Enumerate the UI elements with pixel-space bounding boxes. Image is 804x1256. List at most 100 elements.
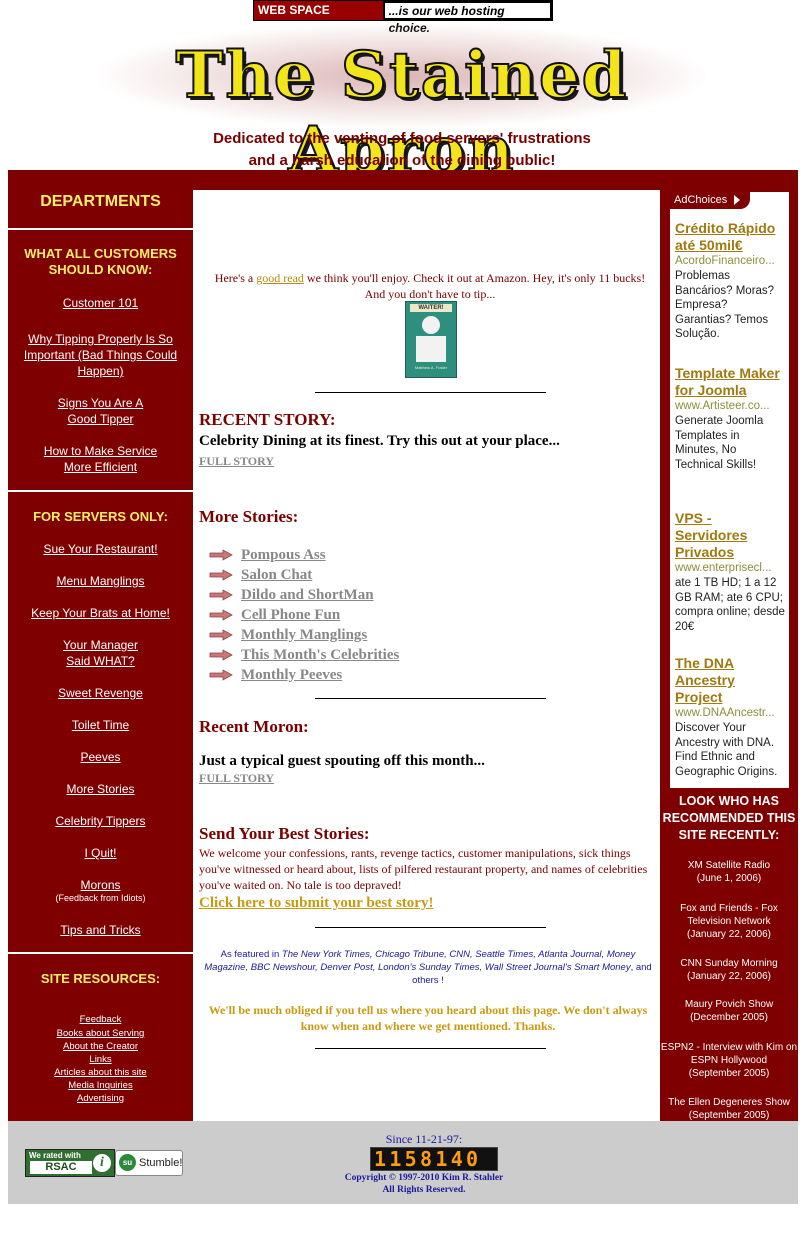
- ad-panel: AdChoices Crédito Rápido até 50mil€ Acor…: [670, 192, 789, 788]
- ad-title[interactable]: Template Maker for Joomla: [675, 365, 785, 399]
- site-logo[interactable]: The Stained Apron: [98, 24, 706, 189]
- story-link-pompous-ass[interactable]: Pompous Ass: [241, 547, 326, 564]
- recent-moron-heading: Recent Moron:: [199, 717, 309, 736]
- story-link-monthly-manglings[interactable]: Monthly Manglings: [241, 627, 367, 644]
- story-link-monthly-peeves[interactable]: Monthly Peeves: [241, 667, 342, 684]
- intro-text: Here's a good read we think you'll enjoy…: [207, 270, 653, 302]
- ad-url[interactable]: AcordoFinanceiro...: [675, 254, 785, 269]
- footer: We rated with RSAC i su Stumble! Since 1…: [8, 1121, 798, 1204]
- arrow-icon: [209, 669, 233, 681]
- story-link-salon-chat[interactable]: Salon Chat: [241, 567, 312, 584]
- rsac-info-icon: i: [93, 1154, 111, 1172]
- recommended-date: (September 2005): [688, 1068, 770, 1079]
- nav-good-tipper[interactable]: Signs You Are A Good Tipper: [48, 395, 153, 427]
- nav-celebrity-tippers[interactable]: Celebrity Tippers: [8, 813, 193, 829]
- recommended-heading: LOOK WHO HAS RECOMMENDED THIS SITE RECEN…: [662, 794, 796, 842]
- banner-slogan: ...is our web hosting choice.: [383, 2, 551, 35]
- nav-customer-101[interactable]: Customer 101: [8, 295, 193, 311]
- divider: [8, 228, 193, 230]
- customers-heading: WHAT ALL CUSTOMERS SHOULD KNOW:: [24, 246, 177, 277]
- ad-item[interactable]: Crédito Rápido até 50mil€ AcordoFinancei…: [675, 220, 785, 342]
- ad-item[interactable]: Template Maker for Joomla www.Artisteer.…: [675, 365, 785, 472]
- story-link-dildo-shortman[interactable]: Dildo and ShortMan: [241, 587, 374, 604]
- resources-heading: SITE RESOURCES:: [40, 971, 161, 986]
- recommended-date: (January 22, 2006): [687, 971, 771, 982]
- list-item: This Month's Celebrities: [209, 645, 399, 665]
- arrow-icon: [209, 649, 233, 661]
- book-title: WAITER!: [410, 304, 452, 312]
- web-space-outlet-banner[interactable]: WEB SPACE OUTLET ...is our web hosting c…: [253, 0, 553, 36]
- left-navigation: DEPARTMENTS WHAT ALL CUSTOMERS SHOULD KN…: [8, 190, 193, 1121]
- ad-item[interactable]: VPS - Servidores Privados www.enterprise…: [675, 510, 785, 634]
- ad-description: ate 1 TB HD; 1 a 12 GB RAM; ate 6 CPU; c…: [675, 577, 785, 633]
- nav-peeves[interactable]: Peeves: [8, 749, 193, 765]
- recommended-name: XM Satellite Radio: [687, 860, 771, 871]
- hit-counter: 1158140: [370, 1147, 498, 1171]
- arrow-icon: [209, 589, 233, 601]
- list-item: Pompous Ass: [209, 545, 399, 565]
- nav-tips-tricks[interactable]: Tips and Tricks: [8, 922, 193, 938]
- ad-url[interactable]: www.enterprisecl...: [675, 561, 785, 576]
- nav-feedback[interactable]: Feedback: [8, 1013, 193, 1026]
- nav-i-quit[interactable]: I Quit!: [8, 845, 193, 861]
- tagline: Dedicated to the venting of food servers…: [0, 128, 804, 172]
- nav-books-serving[interactable]: Books about Serving: [8, 1027, 193, 1040]
- intro-pre: Here's a: [214, 271, 257, 285]
- recommended-name: Fox and Friends - Fox Television Network: [680, 903, 778, 927]
- arrow-icon: [209, 629, 233, 641]
- divider: [315, 392, 546, 393]
- nav-advertising[interactable]: Advertising: [8, 1092, 193, 1105]
- ad-title[interactable]: VPS - Servidores Privados: [675, 510, 785, 561]
- departments-heading: DEPARTMENTS: [40, 193, 161, 210]
- main-content: Here's a good read we think you'll enjoy…: [193, 190, 660, 1121]
- ad-item[interactable]: The DNA Ancestry Project www.DNAAncestr.…: [675, 655, 785, 779]
- good-read-link[interactable]: good read: [256, 271, 304, 285]
- nav-why-tipping[interactable]: Why Tipping Properly Is So Important (Ba…: [18, 331, 183, 379]
- adchoices-icon: [734, 195, 741, 206]
- featured-pre: As featured in: [220, 949, 282, 960]
- nav-sue-restaurant[interactable]: Sue Your Restaurant!: [8, 541, 193, 557]
- recent-story-text: Celebrity Dining at its finest. Try this…: [199, 433, 560, 449]
- stumbleupon-icon: su: [119, 1154, 136, 1171]
- list-item: Monthly Peeves: [209, 665, 399, 685]
- book-figure-head: [422, 316, 440, 334]
- book-cover-image[interactable]: WAITER! Matthew A. Foster: [405, 301, 457, 378]
- ad-url[interactable]: www.Artisteer.co...: [675, 399, 785, 414]
- send-stories-text: We welcome your confessions, rants, reve…: [199, 846, 648, 892]
- submit-story-link[interactable]: Click here to submit your best story!: [199, 894, 657, 912]
- nav-media-inquiries[interactable]: Media Inquiries: [8, 1079, 193, 1092]
- ad-title[interactable]: The DNA Ancestry Project: [675, 655, 785, 706]
- nav-morons[interactable]: Morons: [8, 877, 193, 893]
- recent-moron-text: Just a typical guest spouting off this m…: [199, 753, 485, 769]
- ad-title[interactable]: Crédito Rápido até 50mil€: [675, 220, 785, 254]
- list-item: Salon Chat: [209, 565, 399, 585]
- list-item: Dildo and ShortMan: [209, 585, 399, 605]
- nav-more-stories[interactable]: More Stories: [8, 781, 193, 797]
- nav-keep-brats[interactable]: Keep Your Brats at Home!: [8, 605, 193, 621]
- recent-story-full-link[interactable]: FULL STORY: [199, 454, 657, 469]
- recommended-date: (January 22, 2006): [687, 929, 771, 940]
- nav-manager-said-what[interactable]: Your Manager Said WHAT?: [58, 637, 143, 669]
- adchoices-label[interactable]: AdChoices: [670, 192, 750, 209]
- more-stories-heading: More Stories:: [199, 507, 299, 526]
- nav-about-creator[interactable]: About the Creator: [8, 1040, 193, 1053]
- nav-links[interactable]: Links: [8, 1053, 193, 1066]
- nav-menu-manglings[interactable]: Menu Manglings: [8, 573, 193, 589]
- story-link-celebrities[interactable]: This Month's Celebrities: [241, 647, 399, 664]
- rsac-badge[interactable]: We rated with RSAC i: [25, 1149, 115, 1177]
- story-link-cell-phone-fun[interactable]: Cell Phone Fun: [241, 607, 340, 624]
- intro-post: we think you'll enjoy. Check it out at A…: [303, 271, 646, 301]
- nav-toilet-time[interactable]: Toilet Time: [8, 717, 193, 733]
- recent-moron-full-link[interactable]: FULL STORY: [199, 771, 657, 786]
- recommended-item: Maury Povich Show (December 2005): [660, 998, 798, 1024]
- nav-articles[interactable]: Articles about this site: [8, 1066, 193, 1079]
- copyright-text: Copyright © 1997-2010 Kim R. Stahler All…: [308, 1172, 540, 1196]
- ad-url[interactable]: www.DNAAncestr...: [675, 706, 785, 721]
- stumble-button[interactable]: su Stumble!: [115, 1150, 183, 1176]
- servers-heading: FOR SERVERS ONLY:: [33, 509, 168, 524]
- nav-service-efficient[interactable]: How to Make Service More Efficient: [33, 443, 168, 475]
- arrow-icon: [209, 609, 233, 621]
- divider: [8, 490, 193, 492]
- nav-sweet-revenge[interactable]: Sweet Revenge: [8, 685, 193, 701]
- recommended-item: Fox and Friends - Fox Television Network…: [660, 902, 798, 941]
